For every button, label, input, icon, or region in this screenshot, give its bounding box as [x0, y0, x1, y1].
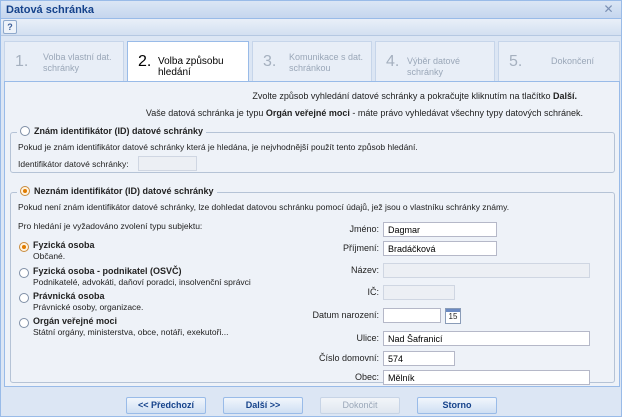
subject-title: Fyzická osoba — [33, 240, 95, 250]
subject-radio[interactable] — [19, 242, 29, 252]
prijmeni-label: Příjmení: — [342, 243, 379, 253]
step-number: 3. — [263, 53, 277, 70]
ic-label: IČ: — [367, 287, 379, 297]
wizard-steps: 1. Volba vlastní dat. schránky 2. Volba … — [4, 41, 620, 82]
subject-title: Orgán veřejné moci — [33, 316, 118, 326]
help-icon[interactable]: ? — [3, 20, 17, 34]
known-id-group: Znám identifikátor (ID) datové schránky … — [10, 126, 615, 173]
step-4: 4. Výběr datové schránky — [375, 41, 495, 81]
dialog-window: Datová schránka ✕ ? 1. Volba vlastní dat… — [0, 0, 622, 417]
instruction-line: Zvolte způsob vyhledání datové schránky … — [5, 91, 621, 101]
subject-option-pravnicka[interactable]: Právnická osoba Právnické osoby, organiza… — [19, 291, 143, 313]
datum-input[interactable] — [383, 308, 441, 323]
jmeno-label: Jméno: — [349, 224, 379, 234]
known-id-legend[interactable]: Znám identifikátor (ID) datové schránky — [17, 126, 207, 136]
subject-option-ovm[interactable]: Orgán veřejné moci Státní orgány, ministe… — [19, 316, 228, 338]
unknown-id-radio[interactable] — [20, 186, 30, 196]
toolbar: ? — [1, 19, 621, 36]
finish-button[interactable]: Dokončit — [320, 397, 400, 414]
subject-title: Právnická osoba — [33, 291, 105, 301]
subject-desc: Právnické osoby, organizace. — [33, 302, 144, 312]
mailbox-type-bold: Orgán veřejné moci — [265, 108, 350, 118]
jmeno-input[interactable] — [383, 222, 497, 237]
datum-label: Datum narození: — [312, 310, 379, 320]
known-id-description: Pokud je znám identifikátor datové schrá… — [18, 142, 418, 152]
known-id-legend-text: Znám identifikátor (ID) datové schránky — [34, 126, 204, 136]
unknown-id-group: Neznám identifikátor (ID) datové schránk… — [10, 186, 615, 385]
step-label: Volba vlastní dat. schránky — [43, 52, 112, 73]
step-label: Volba způsobu hledání — [158, 56, 224, 78]
ulice-input[interactable] — [383, 331, 590, 346]
subject-desc: Podnikatelé, advokáti, daňoví poradci, i… — [33, 277, 251, 287]
step-number: 4. — [386, 53, 400, 70]
unknown-id-legend-text: Neznám identifikátor (ID) datové schránk… — [34, 186, 214, 196]
subject-desc: Státní orgány, ministerstva, obce, notář… — [33, 327, 229, 337]
subject-title: Fyzická osoba - podnikatel (OSVČ) — [33, 266, 182, 276]
cancel-button[interactable]: Storno — [417, 397, 497, 414]
unknown-id-legend[interactable]: Neznám identifikátor (ID) datové schránk… — [17, 186, 217, 196]
prev-button[interactable]: << Předchozí — [126, 397, 206, 414]
subject-option-fyzicka[interactable]: Fyzická osoba Občané. — [19, 240, 95, 262]
nazev-input[interactable] — [383, 263, 590, 278]
calendar-icon[interactable]: 15 — [445, 308, 461, 324]
step-label: Komunikace s dat. schránkou — [289, 52, 364, 73]
step-label: Výběr datové schránky — [407, 56, 461, 77]
cislo-label: Číslo domovní: — [318, 353, 379, 363]
obec-input[interactable] — [383, 370, 590, 385]
subject-prompt: Pro hledání je vyžadováno zvolení typu s… — [18, 221, 203, 231]
step-3: 3. Komunikace s dat. schránkou — [252, 41, 372, 81]
known-id-radio[interactable] — [20, 126, 30, 136]
title-bar: Datová schránka ✕ — [1, 1, 621, 19]
mailbox-type-text: Vaše datová schránka je typu — [145, 108, 266, 118]
step-number: 2. — [138, 53, 152, 70]
ulice-label: Ulice: — [356, 333, 379, 343]
window-title: Datová schránka — [6, 4, 95, 16]
mailbox-type-line: Vaše datová schránka je typu Orgán veřej… — [5, 108, 621, 118]
id-field-label: Identifikátor datové schránky: — [18, 159, 129, 169]
subject-radio[interactable] — [19, 268, 29, 278]
nazev-label: Název: — [350, 265, 379, 275]
subject-radio[interactable] — [19, 293, 29, 303]
content-panel: Zvolte způsob vyhledání datové schránky … — [4, 81, 620, 387]
obec-label: Obec: — [354, 372, 379, 382]
step-2: 2. Volba způsobu hledání — [127, 41, 249, 82]
next-button[interactable]: Další >> — [223, 397, 303, 414]
instruction-bold: Další. — [552, 91, 577, 101]
step-1: 1. Volba vlastní dat. schránky — [4, 41, 124, 81]
close-icon[interactable]: ✕ — [602, 3, 615, 16]
button-bar: << Předchozí Další >> Dokončit Storno — [1, 395, 621, 417]
subject-option-osvc[interactable]: Fyzická osoba - podnikatel (OSVČ) Podnika… — [19, 266, 251, 288]
step-number: 1. — [15, 53, 29, 70]
ic-input[interactable] — [383, 285, 455, 300]
prijmeni-input[interactable] — [383, 241, 497, 256]
id-field-input[interactable] — [138, 156, 197, 171]
cislo-input[interactable] — [383, 351, 455, 366]
step-5: 5. Dokončení — [498, 41, 620, 81]
subject-desc: Občané. — [33, 251, 66, 261]
instruction-text: Zvolte způsob vyhledání datové schránky … — [252, 91, 553, 101]
unknown-id-description: Pokud není znám identifikátor datové sch… — [18, 202, 510, 212]
subject-radio[interactable] — [19, 318, 29, 328]
mailbox-type-rest: - máte právo vyhledávat všechny typy dat… — [349, 108, 583, 118]
step-label: Dokončení — [551, 56, 595, 66]
step-number: 5. — [509, 53, 523, 70]
